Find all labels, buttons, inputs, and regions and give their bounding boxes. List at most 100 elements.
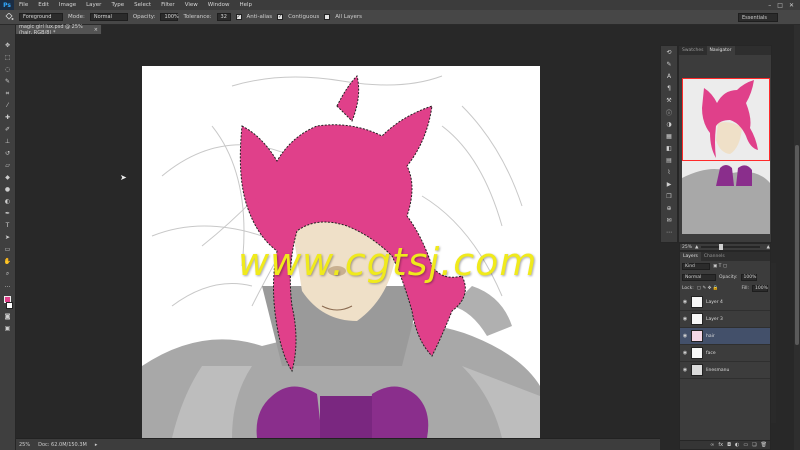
notes-icon[interactable]: ✉ (664, 216, 674, 225)
visibility-eye-icon[interactable]: ◉ (682, 333, 688, 339)
shape-icon[interactable]: ▭ (3, 245, 13, 254)
timeline-icon[interactable]: ⋯ (664, 228, 674, 237)
layer-opacity-input[interactable]: 100% (740, 274, 757, 281)
workspace-select[interactable]: Essentials (738, 13, 778, 22)
paint-bucket-tool-preset-icon[interactable] (4, 13, 14, 22)
status-zoom[interactable]: 25% (19, 442, 30, 448)
navigator-view-box[interactable] (682, 78, 770, 161)
tab-channels[interactable]: Channels (701, 252, 728, 261)
hand-icon[interactable]: ✋ (3, 257, 13, 266)
close-button[interactable]: ✕ (789, 2, 794, 9)
navigator-zoom-value[interactable]: 25% (682, 245, 692, 250)
contiguous-checkbox[interactable]: ✓ (277, 14, 284, 20)
opacity-input[interactable]: 100% (160, 13, 179, 21)
paths-icon[interactable]: ⌇ (664, 168, 674, 177)
blur-icon[interactable]: ● (3, 185, 13, 194)
layer-row-layer-3[interactable]: ◉ Layer 3 (680, 311, 770, 328)
quick-select-icon[interactable]: ✎ (3, 77, 13, 86)
menu-edit[interactable]: Edit (33, 2, 54, 8)
menu-view[interactable]: View (180, 2, 203, 8)
minimize-button[interactable]: – (768, 2, 771, 9)
layer-row-layer-4[interactable]: ◉ Layer 4 (680, 294, 770, 311)
close-tab-icon[interactable]: × (94, 27, 101, 33)
brush-presets-icon[interactable]: ✎ (664, 60, 674, 69)
window-scrollbar-thumb[interactable] (795, 145, 799, 345)
paragraph-icon[interactable]: ¶ (664, 84, 674, 93)
layer-row-linesmanu[interactable]: ◉ linesmanu (680, 362, 770, 379)
crop-icon[interactable]: ⌗ (3, 89, 13, 98)
healing-icon[interactable]: ✚ (3, 113, 13, 122)
status-arrow-icon[interactable]: ▸ (95, 442, 98, 448)
info-icon[interactable]: ⓘ (664, 108, 674, 117)
new-group-icon[interactable]: ▭ (743, 442, 748, 448)
visibility-eye-icon[interactable]: ◉ (682, 299, 688, 305)
zoom-slider-knob[interactable] (718, 244, 723, 250)
all-layers-checkbox[interactable] (324, 14, 331, 20)
new-layer-icon[interactable]: ❏ (752, 442, 756, 448)
move-icon[interactable]: ✥ (3, 41, 13, 50)
history-icon[interactable]: ⟲ (664, 48, 674, 57)
menu-file[interactable]: File (14, 2, 33, 8)
delete-layer-icon[interactable]: 🗑 (761, 442, 767, 448)
visibility-eye-icon[interactable]: ◉ (682, 367, 688, 373)
layer-comps-icon[interactable]: ❐ (664, 192, 674, 201)
background-color-swatch[interactable] (6, 302, 13, 309)
zoom-out-icon[interactable]: ▲ (695, 245, 698, 250)
path-select-icon[interactable]: ➤ (3, 233, 13, 242)
maximize-button[interactable]: □ (777, 2, 783, 9)
pen-icon[interactable]: ✒ (3, 209, 13, 218)
eraser-icon[interactable]: ▱ (3, 161, 13, 170)
history-brush-icon[interactable]: ↺ (3, 149, 13, 158)
menu-window[interactable]: Window (203, 2, 235, 8)
quick-mask-icon[interactable]: ◙ (3, 312, 13, 321)
layers-scrollbar[interactable] (771, 263, 776, 423)
lasso-icon[interactable]: ◌ (3, 65, 13, 74)
navigator-zoom-slider[interactable] (701, 244, 760, 250)
navigator-thumbnail[interactable] (682, 78, 770, 234)
actions-icon[interactable]: ▶ (664, 180, 674, 189)
menu-select[interactable]: Select (129, 2, 156, 8)
window-scrollbar[interactable] (794, 25, 800, 450)
clone-source-icon[interactable]: ⊕ (664, 204, 674, 213)
type-icon[interactable]: T (3, 221, 13, 230)
color-icon[interactable]: ◧ (664, 144, 674, 153)
zoom-icon[interactable]: ⌕ (3, 269, 13, 278)
styles-icon[interactable]: ▦ (664, 132, 674, 141)
lock-icons[interactable]: ▢ ✎ ✥ 🔒 (697, 286, 719, 291)
more-tools-icon[interactable]: … (3, 281, 13, 290)
screen-mode-icon[interactable]: ▣ (3, 324, 13, 333)
layer-row-hair[interactable]: ◉ hair (680, 328, 770, 345)
filter-icons[interactable]: ▣ T ▢ (713, 264, 727, 269)
paint-bucket-icon[interactable]: ◆ (3, 173, 13, 182)
menu-type[interactable]: Type (106, 2, 129, 8)
swatches-icon[interactable]: ▤ (664, 156, 674, 165)
adjustment-layer-icon[interactable]: ◐ (735, 442, 739, 448)
tab-layers[interactable]: Layers (680, 252, 701, 261)
menu-help[interactable]: Help (234, 2, 257, 8)
visibility-eye-icon[interactable]: ◉ (682, 316, 688, 322)
dodge-icon[interactable]: ◐ (3, 197, 13, 206)
layer-row-face[interactable]: ◉ face (680, 345, 770, 362)
menu-layer[interactable]: Layer (81, 2, 106, 8)
blend-mode-select[interactable]: Normal (682, 274, 716, 281)
layer-style-icon[interactable]: fx (718, 442, 723, 448)
tab-swatches[interactable]: Swatches (679, 46, 707, 55)
tool-presets-icon[interactable]: ⚒ (664, 96, 674, 105)
visibility-eye-icon[interactable]: ◉ (682, 350, 688, 356)
menu-image[interactable]: Image (54, 2, 81, 8)
marquee-icon[interactable]: ⬚ (3, 53, 13, 62)
fill-source-select[interactable]: Foreground (19, 13, 63, 21)
adjustments-icon[interactable]: ◑ (664, 120, 674, 129)
clone-stamp-icon[interactable]: ⊥ (3, 137, 13, 146)
zoom-in-icon[interactable]: ▲ (767, 245, 770, 250)
canvas-area[interactable]: ➤ www.cgtsj.com (16, 34, 660, 438)
mode-select[interactable]: Normal (89, 13, 128, 21)
menu-filter[interactable]: Filter (156, 2, 180, 8)
anti-alias-checkbox[interactable]: ✓ (235, 14, 242, 20)
layer-kind-filter[interactable]: Kind (682, 263, 710, 270)
document-tab[interactable]: magic girl lux.psd @ 25% (hair, RGB/8) *… (16, 24, 102, 36)
fill-input[interactable]: 100% (752, 285, 768, 292)
character-icon[interactable]: A (664, 72, 674, 81)
add-mask-icon[interactable]: ◘ (727, 442, 731, 448)
eyedropper-icon[interactable]: ⁄ (3, 101, 13, 110)
